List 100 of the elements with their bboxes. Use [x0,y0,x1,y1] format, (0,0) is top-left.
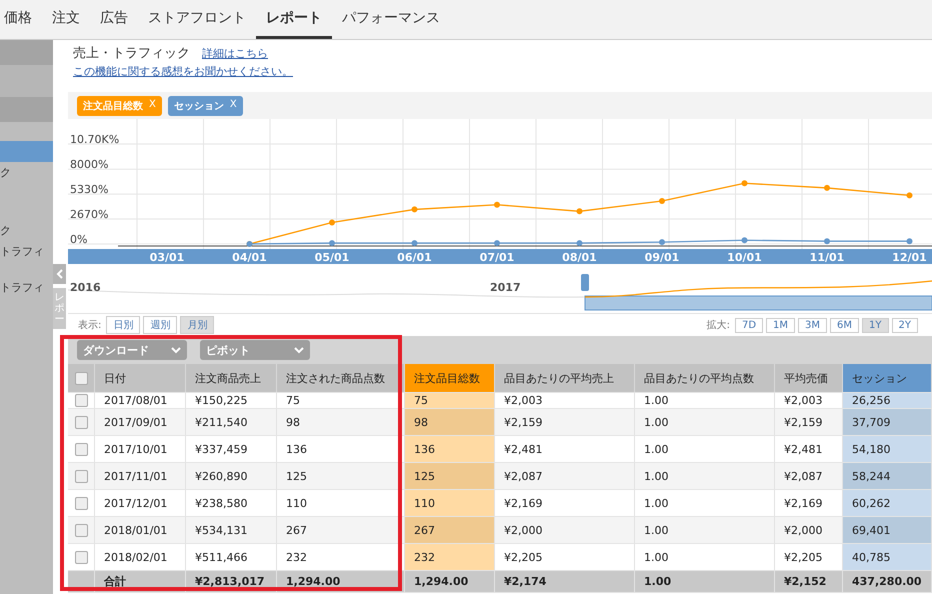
table-cell: 1.00 [635,436,775,462]
zoom-label: 拡大: [706,318,730,332]
table-cell: 2017/08/01 [95,393,186,408]
table-cell: ¥2,205 [495,544,635,570]
total-cell: ¥2,813,017 [186,571,277,592]
collapse-handle[interactable] [53,264,66,284]
table-row[interactable]: 2018/01/01 ¥534,131 267 267 ¥2,000 1.00 ¥2,000 69,401 [68,517,932,544]
table-cell: 1.00 [635,393,775,408]
table-cell: 1.00 [635,409,775,435]
table-cell: 37,709 [843,409,932,435]
axis-label: 08/01 [562,251,597,264]
zoom-button[interactable]: 6M [830,318,860,332]
table-row[interactable]: 2017/12/01 ¥238,580 110 110 ¥2,169 1.00 ¥2,169 60,262 [68,490,932,517]
view-label: 表示: [78,318,102,332]
column-header[interactable]: 品目あたりの平均売上 [495,364,635,392]
total-cell: 1,294.00 [405,571,495,592]
data-point [576,240,582,246]
data-point [742,180,748,186]
table-cell: 58,244 [843,463,932,489]
table-cell: ¥2,003 [495,393,635,408]
checkbox[interactable] [75,470,88,482]
table-cell: ¥260,890 [186,463,277,489]
range-selection[interactable] [584,296,932,310]
table-row[interactable]: 2017/11/01 ¥260,890 125 125 ¥2,087 1.00 ¥2,087 58,244 [68,463,932,490]
axis-label: 11/01 [810,251,844,264]
sidebar-band [0,97,53,122]
nav-tab[interactable]: ストアフロント [138,0,256,39]
checkbox[interactable] [75,524,88,536]
checkbox[interactable] [75,550,88,564]
table-cell: 54,180 [843,436,932,462]
table-row[interactable]: 2017/09/01 ¥211,540 98 98 ¥2,159 1.00 ¥2,159 37,709 [68,409,932,436]
table-row[interactable]: 2018/02/01 ¥511,466 232 232 ¥2,205 1.00 ¥2,205 40,785 [68,544,932,571]
zoom-button[interactable]: 7D [734,318,764,332]
table-cell: 75 [405,393,495,408]
table-cell: 1.00 [635,490,775,516]
data-point [659,239,665,246]
table-cell: 40,785 [843,544,932,570]
data-point [824,184,830,191]
data-point [412,206,418,212]
sidebar-item[interactable]: トラフィ [0,277,53,298]
zoom-button[interactable]: 1M [766,318,796,332]
total-cell: 437,280.00 [843,571,932,592]
checkbox[interactable] [75,394,88,407]
nav-tab[interactable]: パフォーマンス [332,0,450,39]
nav-tab[interactable]: レポート [256,0,332,39]
checkbox[interactable] [75,496,88,510]
table-cell: 69,401 [843,517,932,543]
column-header[interactable]: 注文商品売上 [186,364,277,392]
table-cell: ¥2,000 [495,517,635,543]
table-cell: ¥150,225 [186,393,277,408]
table-cell: 60,262 [843,490,932,516]
total-cell: 合計 [95,571,186,592]
axis-label: 04/01 [232,251,267,264]
data-point [412,240,418,246]
column-header[interactable]: 日付 [95,364,186,392]
details-link[interactable]: 詳細はこちら [202,46,268,61]
nav-tab[interactable]: 注文 [42,0,90,39]
view-button[interactable]: 月別 [180,316,214,334]
axis-label: 07/01 [480,251,514,264]
data-point [742,237,748,244]
feedback-link[interactable]: この機能に関する感想をお聞かせください。 [73,64,293,79]
axis-label: 8000% [70,158,108,172]
data-point [329,240,335,246]
view-button[interactable]: 週別 [143,316,178,334]
nav-tab[interactable]: 価格 [0,0,42,39]
table-cell: 1.00 [635,517,775,543]
checkbox[interactable] [75,372,88,384]
data-point [906,192,912,198]
column-header[interactable]: 品目あたりの平均点数 [635,364,775,392]
column-header[interactable]: 注文品目総数 [405,364,495,392]
table-cell: ¥2,481 [495,436,635,462]
chevron-left-icon [56,269,64,279]
table-row[interactable]: 2017/10/01 ¥337,459 136 136 ¥2,481 1.00 ¥2,481 54,180 [68,436,932,463]
data-point [576,208,582,214]
sidebar-item[interactable]: ク [0,220,53,241]
table-row[interactable]: 2017/08/01 ¥150,225 75 75 ¥2,003 1.00 ¥2,003 26,256 [68,393,932,409]
table-cell: 2017/11/01 [95,463,186,489]
range-handle[interactable] [581,274,589,291]
zoom-button[interactable]: 2Y [892,318,918,332]
view-button[interactable]: 日別 [106,316,140,334]
column-header[interactable]: セッション [843,364,932,392]
axis-label: 09/01 [644,251,680,264]
nav-tab[interactable]: 広告 [90,0,138,39]
chevron-down-icon [171,346,181,354]
table-cell: 1.00 [635,544,775,570]
sidebar-item[interactable]: トラフィ [0,241,53,262]
axis-label: 10.70K% [70,133,120,146]
checkbox[interactable] [75,442,88,456]
table-cell: ¥211,540 [186,409,277,435]
table-cell: ¥238,580 [186,490,277,516]
total-cell: 1.00 [635,571,775,592]
table-cell: 2018/01/01 [95,517,186,543]
sidebar-item[interactable]: ク [0,162,53,183]
chevron-down-icon [294,346,304,354]
table-cell: 2018/02/01 [95,544,186,570]
data-point [494,202,500,208]
axis-label: 0% [70,233,88,246]
checkbox[interactable] [75,416,88,428]
zoom-button[interactable]: 3M [798,318,828,332]
axis-label: 05/01 [314,251,350,264]
